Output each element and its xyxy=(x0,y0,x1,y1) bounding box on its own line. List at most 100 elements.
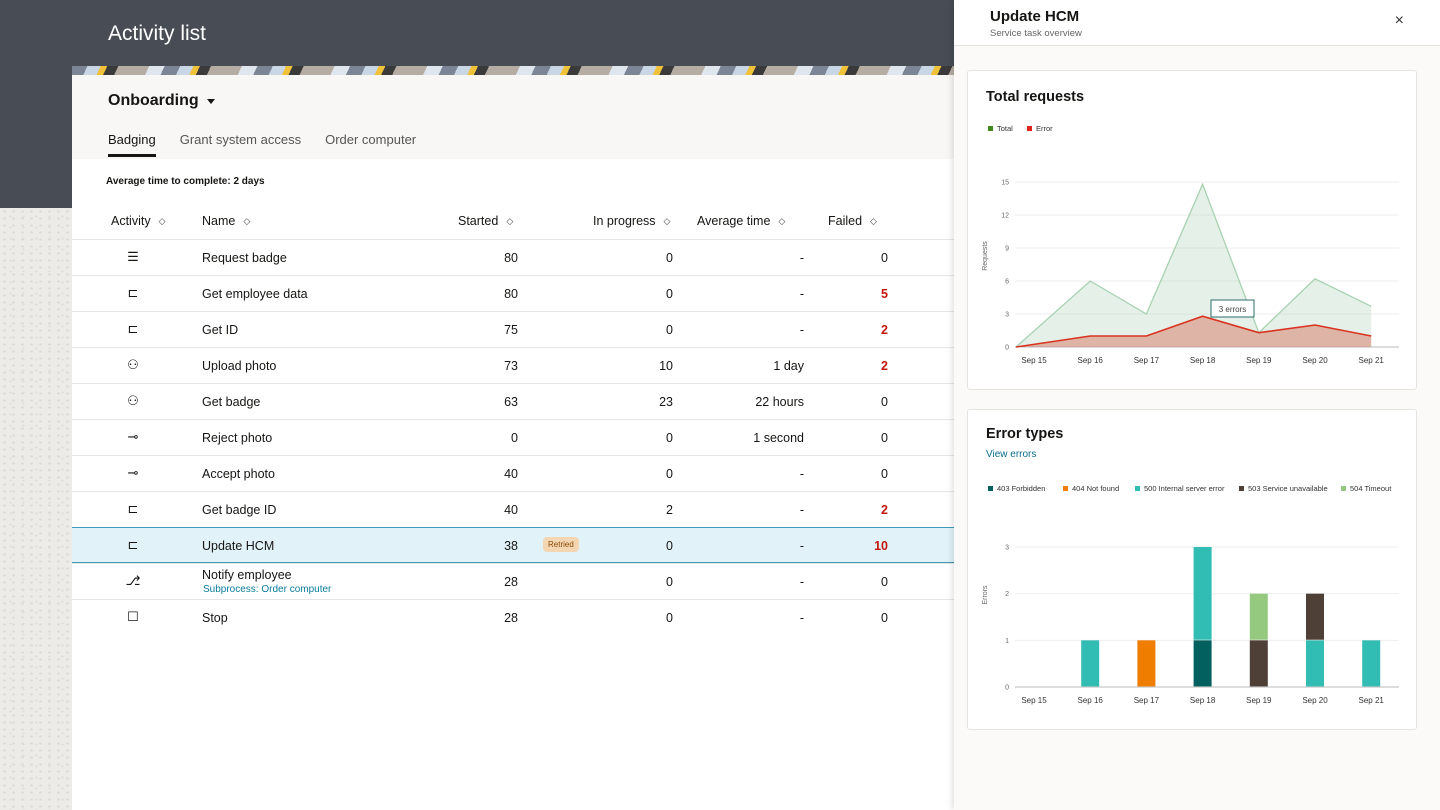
column-header-1[interactable]: Name ◇ xyxy=(202,214,250,228)
avg-value: - xyxy=(799,575,804,589)
caret-down-icon xyxy=(206,98,215,104)
avg-value: - xyxy=(799,503,804,517)
started-value: 80 xyxy=(504,287,518,301)
x-tick-label: Sep 15 xyxy=(1021,356,1047,365)
started-value: 40 xyxy=(504,503,518,517)
table-row[interactable]: ☐ Stop 28 0 - 0 xyxy=(72,599,954,635)
table-row[interactable]: ⎇ Notify employee Subprocess: Order comput… xyxy=(72,563,954,599)
table-row[interactable]: ⊸ Accept photo 40 0 - 0 xyxy=(72,455,954,491)
x-tick-label: Sep 15 xyxy=(1021,696,1047,705)
sort-icon[interactable]: ◇ xyxy=(243,216,250,227)
column-label: In progress xyxy=(593,214,656,228)
bar-503 xyxy=(1306,593,1324,640)
failed-value: 0 xyxy=(881,611,888,625)
failed-value: 5 xyxy=(881,287,888,301)
y-axis-label: Errors xyxy=(982,585,989,605)
process-dropdown[interactable]: Onboarding xyxy=(108,92,215,110)
panel-title: Update HCM xyxy=(990,8,1080,25)
in-progress-value: 23 xyxy=(659,395,673,409)
column-header-3[interactable]: In progress ◇ xyxy=(593,214,670,228)
avg-value: 1 day xyxy=(773,359,804,373)
table-row[interactable]: ⊏ Get employee data 80 0 - 5 xyxy=(72,275,954,311)
started-value: 80 xyxy=(504,251,518,265)
avg-value: - xyxy=(799,251,804,265)
legend-label: Error xyxy=(1036,124,1053,133)
started-value: 38 xyxy=(504,539,518,553)
tab-order-computer[interactable]: Order computer xyxy=(325,132,416,157)
x-tick-label: Sep 17 xyxy=(1134,696,1160,705)
activity-name: Get employee data xyxy=(202,287,308,301)
column-header-0[interactable]: Activity ◇ xyxy=(111,214,166,228)
in-progress-value: 0 xyxy=(666,287,673,301)
close-icon[interactable]: × xyxy=(1395,12,1404,30)
activity-name: Get badge xyxy=(202,395,261,409)
in-progress-value: 10 xyxy=(659,359,673,373)
table-row[interactable]: ⚇ Get badge 63 23 22 hours 0 xyxy=(72,383,954,419)
table-row[interactable]: ⚇ Upload photo 73 10 1 day 2 xyxy=(72,347,954,383)
in-progress-value: 0 xyxy=(666,467,673,481)
activity-card: Onboarding Badging Grant system access Ord… xyxy=(72,66,954,810)
tab-badging[interactable]: Badging xyxy=(108,132,156,157)
table-row[interactable]: ☰ Request badge 80 0 - 0 xyxy=(72,239,954,275)
sort-icon[interactable]: ◇ xyxy=(506,216,513,227)
activity-name: Stop xyxy=(202,611,228,625)
in-progress-value: 0 xyxy=(666,611,673,625)
subprocess-link[interactable]: Subprocess: Order computer xyxy=(203,584,331,595)
failed-value: 0 xyxy=(881,575,888,589)
x-tick-label: Sep 21 xyxy=(1359,356,1385,365)
y-tick-label: 3 xyxy=(1005,545,1009,552)
failed-value: 0 xyxy=(881,431,888,445)
column-header-5[interactable]: Failed ◇ xyxy=(828,214,877,228)
stop-icon: ☐ xyxy=(127,609,139,624)
status-badge: Retried xyxy=(543,537,579,552)
legend-swatch xyxy=(1239,486,1244,491)
list-icon: ☰ xyxy=(127,249,139,264)
x-tick-label: Sep 21 xyxy=(1359,696,1385,705)
column-header-2[interactable]: Started ◇ xyxy=(458,214,513,228)
legend-label: 500 Internal server error xyxy=(1144,484,1225,493)
activity-name: Update HCM xyxy=(202,539,275,553)
legend-label: 503 Service unavailable xyxy=(1248,484,1328,493)
sort-icon[interactable]: ◇ xyxy=(664,216,671,227)
table-row[interactable]: ⊏ Update HCM 38 0 - 10 Retried xyxy=(72,527,954,563)
sort-icon[interactable]: ◇ xyxy=(870,216,877,227)
column-label: Name xyxy=(202,214,236,228)
table-row[interactable]: ⊸ Reject photo 0 0 1 second 0 xyxy=(72,419,954,455)
x-tick-label: Sep 19 xyxy=(1246,356,1272,365)
tab-grant-system-access[interactable]: Grant system access xyxy=(180,132,301,157)
decorative-banner xyxy=(72,66,954,75)
table-row[interactable]: ⊏ Get badge ID 40 2 - 2 xyxy=(72,491,954,527)
x-tick-label: Sep 18 xyxy=(1190,696,1216,705)
plug-icon: ⊏ xyxy=(127,501,139,516)
table-row[interactable]: ⊏ Get ID 75 0 - 2 xyxy=(72,311,954,347)
failed-value: 2 xyxy=(881,323,888,337)
bar-403 xyxy=(1193,640,1212,687)
y-tick-label: 12 xyxy=(1001,213,1009,220)
plug-icon: ⊏ xyxy=(127,321,139,336)
column-label: Average time xyxy=(697,214,771,228)
legend-swatch xyxy=(1027,126,1032,131)
detail-panel: Update HCM Service task overview × Total… xyxy=(954,0,1440,810)
y-tick-label: 3 xyxy=(1005,312,1009,319)
x-tick-label: Sep 20 xyxy=(1302,696,1328,705)
in-progress-value: 0 xyxy=(666,575,673,589)
x-tick-label: Sep 17 xyxy=(1134,356,1160,365)
legend-swatch xyxy=(1063,486,1068,491)
y-tick-label: 9 xyxy=(1005,246,1009,253)
legend-label: 504 Timeout xyxy=(1350,484,1392,493)
sort-icon[interactable]: ◇ xyxy=(778,216,785,227)
y-tick-label: 0 xyxy=(1005,345,1009,352)
column-header-4[interactable]: Average time ◇ xyxy=(697,214,785,228)
y-tick-label: 6 xyxy=(1005,279,1009,286)
avg-value: 1 second xyxy=(753,431,804,445)
activity-name: Accept photo xyxy=(202,467,275,481)
failed-value: 0 xyxy=(881,251,888,265)
x-tick-label: Sep 16 xyxy=(1078,696,1104,705)
in-progress-value: 0 xyxy=(666,431,673,445)
legend-label: 403 Forbidden xyxy=(997,484,1045,493)
user-check-icon: ⚇ xyxy=(127,393,139,408)
avg-value: - xyxy=(799,323,804,337)
sort-icon[interactable]: ◇ xyxy=(159,216,166,227)
x-tick-label: Sep 20 xyxy=(1302,356,1328,365)
plug-icon: ⊏ xyxy=(127,285,139,300)
